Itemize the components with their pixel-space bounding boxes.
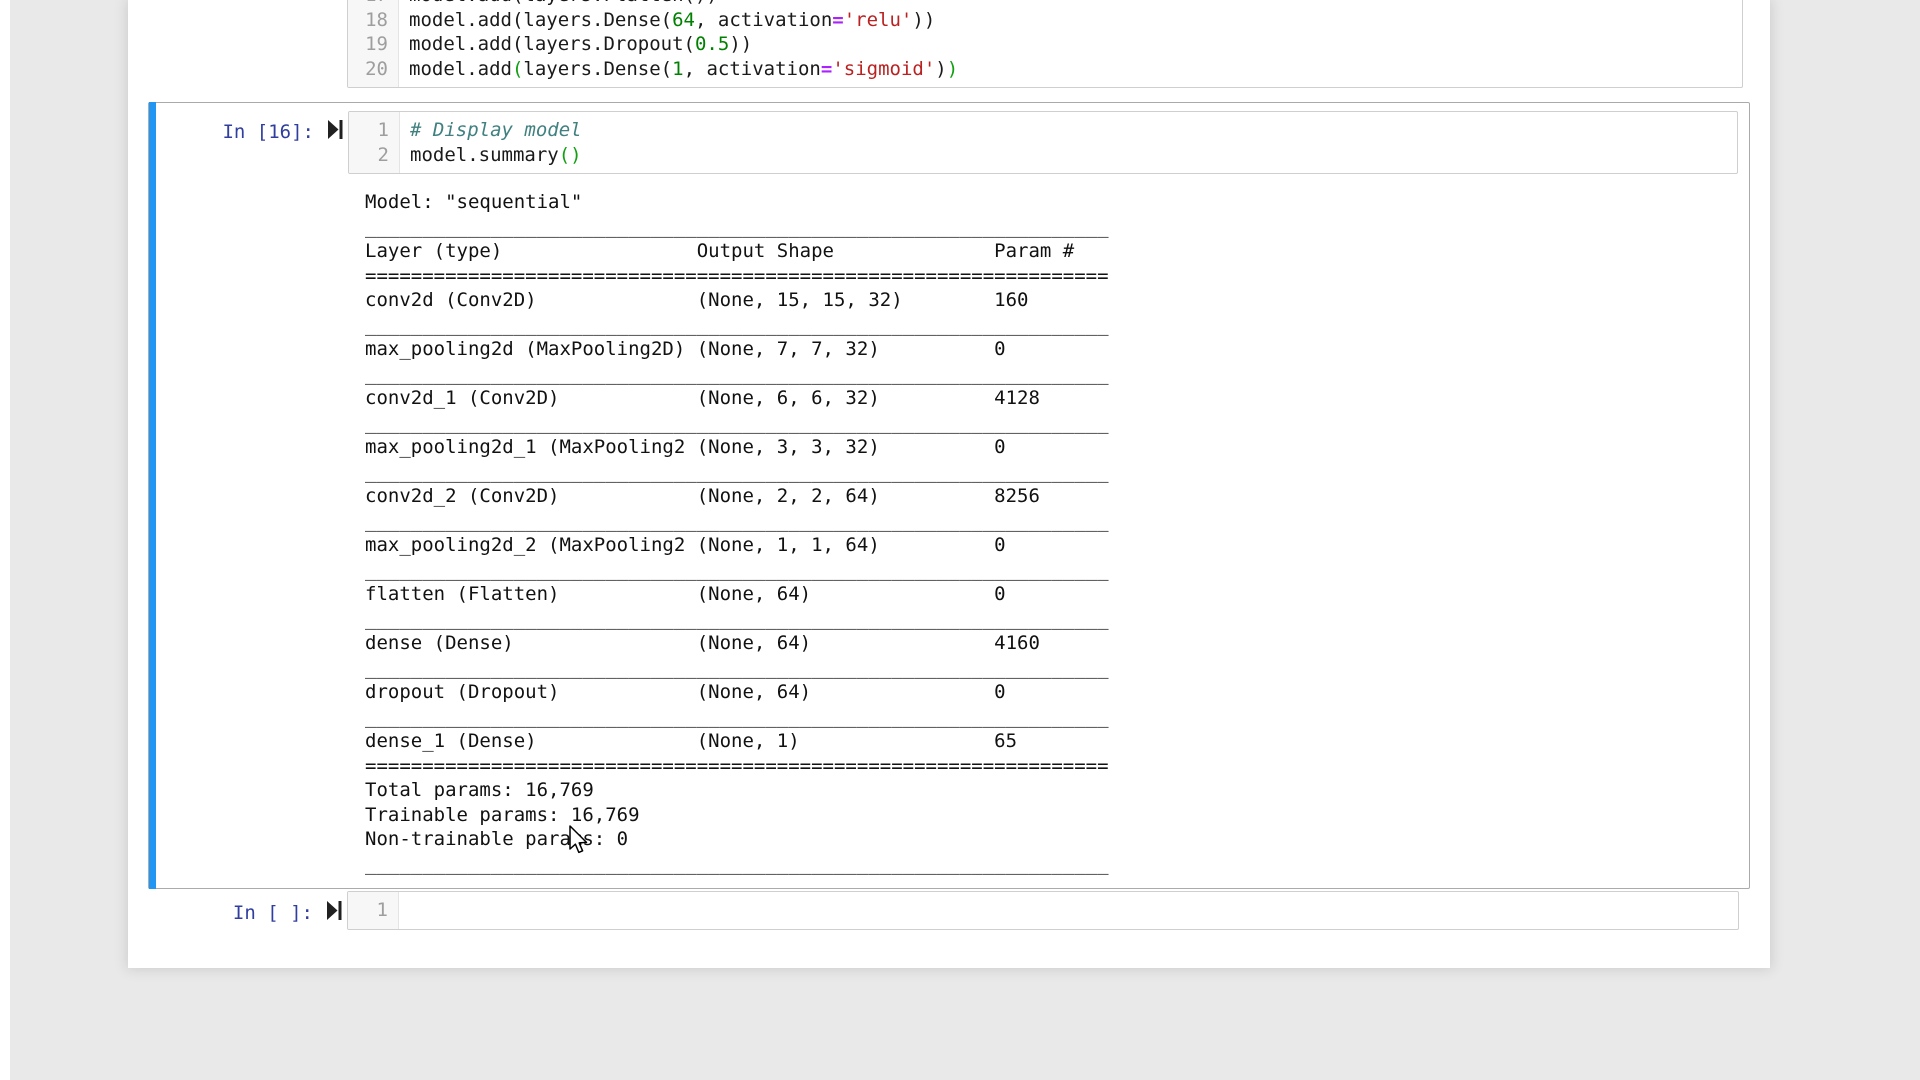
- line-number-gutter: 17181920: [348, 0, 399, 87]
- code-editor[interactable]: # Display modelmodel.summary(): [400, 112, 1737, 173]
- execution-prompt: In [16]:: [156, 111, 328, 145]
- mouse-cursor: [566, 824, 590, 860]
- cell-output-text: Model: "sequential" ____________________…: [365, 190, 1749, 876]
- run-cell-icon[interactable]: [327, 891, 347, 924]
- cell-input-box[interactable]: 1: [347, 891, 1739, 930]
- code-editor[interactable]: [399, 892, 1738, 929]
- code-cell-empty[interactable]: In [ ]: 1: [148, 891, 1750, 930]
- cell-input-box[interactable]: 12 # Display modelmodel.summary(): [348, 111, 1738, 174]
- notebook-container: 17181920 model.add(layers.Flatten())mode…: [128, 0, 1770, 968]
- window-left-edge: [0, 0, 10, 1080]
- execution-prompt: In [ ]:: [155, 891, 327, 926]
- cell-output-area: Model: "sequential" ____________________…: [365, 190, 1749, 876]
- line-number-gutter: 12: [349, 112, 400, 173]
- code-cell-scrolled-input[interactable]: 17181920 model.add(layers.Flatten())mode…: [347, 0, 1743, 88]
- line-number-gutter: 1: [348, 892, 399, 929]
- code-cell-active[interactable]: In [16]: 12 # Display modelmodel.summary…: [148, 102, 1750, 889]
- code-editor[interactable]: model.add(layers.Flatten())model.add(lay…: [399, 0, 1742, 87]
- run-cell-icon[interactable]: [328, 111, 348, 143]
